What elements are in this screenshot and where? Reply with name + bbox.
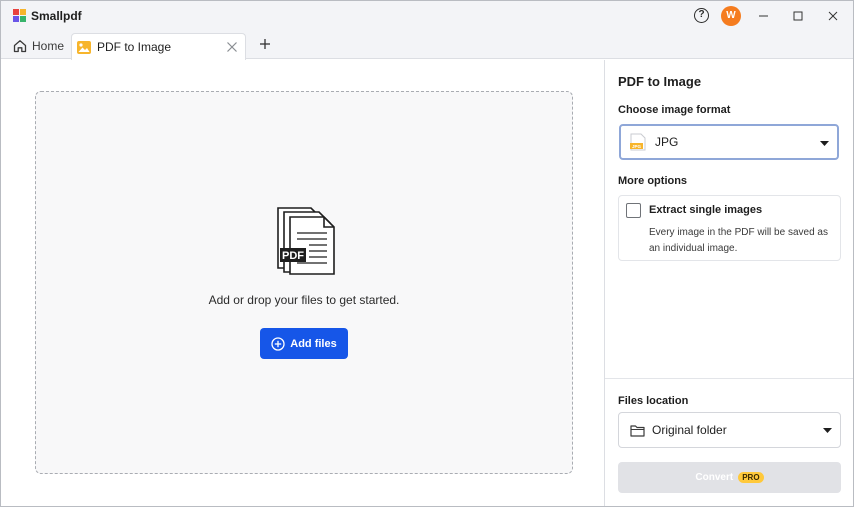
- add-files-button[interactable]: Add files: [260, 328, 348, 359]
- convert-button[interactable]: Convert PRO: [618, 462, 841, 493]
- image-format-select[interactable]: JPG JPG: [619, 124, 839, 160]
- help-button[interactable]: ?: [694, 8, 709, 23]
- user-avatar[interactable]: W: [721, 6, 741, 26]
- settings-panel: PDF to Image Choose image format JPG JPG…: [604, 60, 853, 506]
- chevron-down-icon: [823, 428, 832, 433]
- home-icon: [13, 40, 27, 53]
- tab-pdf-to-image-label: PDF to Image: [97, 40, 172, 54]
- tab-home[interactable]: Home: [7, 33, 69, 59]
- panel-divider: [605, 378, 853, 379]
- pdf-illustration-label: PDF: [282, 250, 304, 262]
- app-name: Smallpdf: [31, 9, 82, 23]
- image-icon: [77, 40, 91, 54]
- title-bar: Smallpdf ? W: [1, 1, 853, 31]
- add-files-label: Add files: [290, 337, 337, 350]
- smallpdf-logo-icon: [13, 9, 26, 22]
- format-label: Choose image format: [618, 104, 731, 116]
- chevron-down-icon: [820, 141, 829, 146]
- plus-circle-icon: [271, 336, 285, 351]
- folder-icon: [630, 424, 645, 437]
- extract-images-option[interactable]: Extract single images Every image in the…: [618, 195, 841, 261]
- panel-title: PDF to Image: [618, 74, 702, 89]
- new-tab-icon[interactable]: [259, 38, 271, 50]
- files-location-label: Files location: [618, 395, 689, 407]
- tab-pdf-to-image[interactable]: PDF to Image: [71, 33, 246, 60]
- convert-label: Convert: [695, 472, 734, 483]
- files-location-select[interactable]: Original folder: [618, 412, 841, 448]
- minimize-icon[interactable]: [754, 6, 774, 26]
- maximize-icon[interactable]: [788, 6, 808, 26]
- file-drop-zone[interactable]: PDF Add or drop your files to get starte…: [35, 91, 573, 474]
- jpg-file-icon: JPG: [630, 133, 646, 151]
- tab-bar: Home PDF to Image: [1, 31, 853, 60]
- app-window: Smallpdf ? W Home PDF to Image PDF Add o…: [0, 0, 854, 507]
- jpg-icon-label: JPG: [632, 144, 642, 149]
- close-window-icon[interactable]: [823, 6, 843, 26]
- drop-prompt: Add or drop your files to get started.: [208, 293, 400, 307]
- more-options-label: More options: [618, 175, 688, 187]
- close-tab-icon[interactable]: [227, 42, 237, 52]
- format-value: JPG: [655, 135, 679, 149]
- extract-images-checkbox[interactable]: [626, 203, 641, 218]
- pro-badge: PRO: [738, 472, 764, 483]
- extract-images-description: Every image in the PDF will be saved as …: [649, 227, 828, 254]
- tab-home-label: Home: [32, 39, 65, 53]
- extract-images-title: Extract single images: [649, 204, 763, 216]
- pdf-files-icon: PDF: [277, 207, 335, 275]
- files-location-value: Original folder: [652, 423, 727, 437]
